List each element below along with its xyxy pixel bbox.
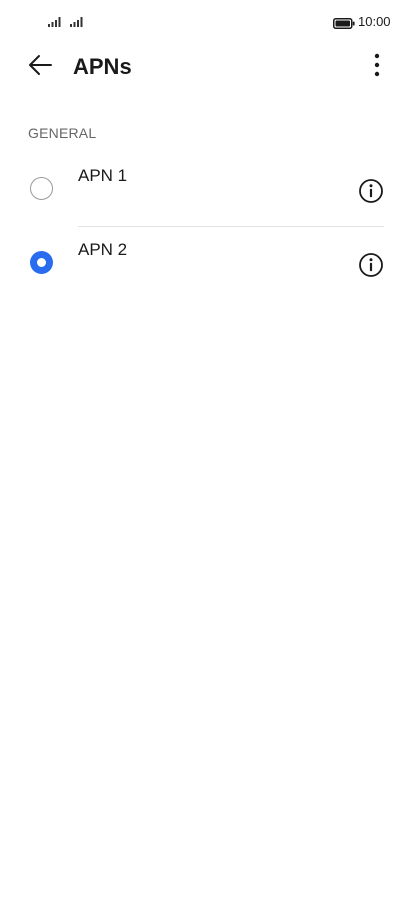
page-title: APNs [73, 54, 132, 79]
apn-item-1[interactable]: APN 1 [0, 152, 412, 226]
status-bar: 10:00 [0, 0, 412, 44]
apn-name: APN 1 [78, 166, 128, 185]
status-time: 10:00 [358, 14, 391, 29]
more-vertical-icon [374, 53, 380, 82]
battery-icon [333, 16, 355, 34]
more-options-button[interactable] [360, 50, 394, 84]
info-icon[interactable] [358, 178, 384, 204]
apn-item-2[interactable]: APN 2 [0, 226, 412, 300]
apn-name: APN 2 [78, 240, 128, 259]
radio-button-selected[interactable] [30, 251, 53, 274]
signal-icon [48, 14, 64, 32]
radio-button-unselected[interactable] [30, 177, 53, 200]
app-bar: APNs [0, 44, 412, 90]
signal-icon [70, 14, 86, 32]
back-button[interactable] [20, 50, 60, 84]
arrow-left-icon [27, 54, 53, 81]
info-icon[interactable] [358, 252, 384, 278]
section-header: GENERAL [28, 125, 97, 141]
apn-settings-screen: 10:00 APNs GENERAL APN 1 APN 2 [0, 0, 412, 910]
